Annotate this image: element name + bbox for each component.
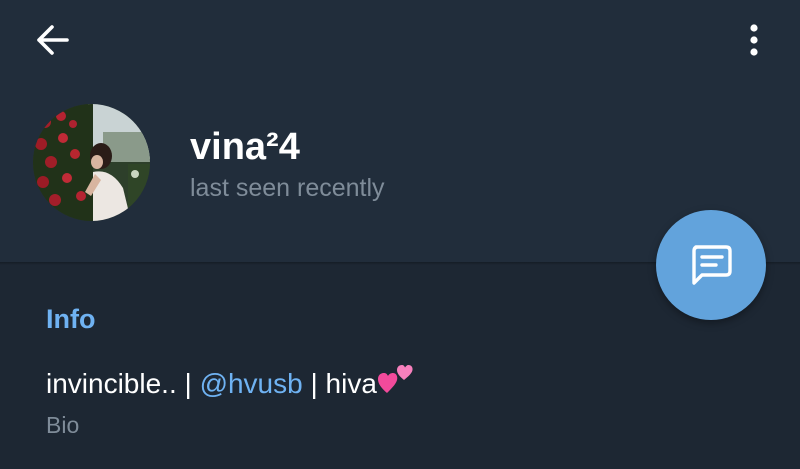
bio-text-part: | hiva: [302, 368, 377, 399]
more-vertical-icon: [750, 24, 758, 56]
two-hearts-emoji: [377, 365, 413, 393]
bio-text: invincible.. | @hvusb | hiva: [46, 363, 414, 403]
last-seen-status: last seen recently: [190, 174, 385, 202]
bio-text-part: invincible.. |: [46, 368, 200, 399]
message-icon: [692, 245, 732, 285]
profile-name: vina²4: [190, 126, 300, 168]
back-button[interactable]: [24, 16, 80, 64]
avatar[interactable]: [33, 104, 150, 221]
profile-screen: vina²4 last seen recently Info invincibl…: [0, 0, 800, 469]
info-section-title: Info: [46, 304, 96, 334]
avatar-photo: [33, 104, 150, 221]
bio-label: Bio: [46, 412, 80, 438]
username-link[interactable]: @hvusb: [200, 368, 303, 399]
arrow-left-icon: [37, 25, 69, 55]
send-message-button[interactable]: [656, 210, 766, 320]
more-options-button[interactable]: [728, 14, 780, 66]
